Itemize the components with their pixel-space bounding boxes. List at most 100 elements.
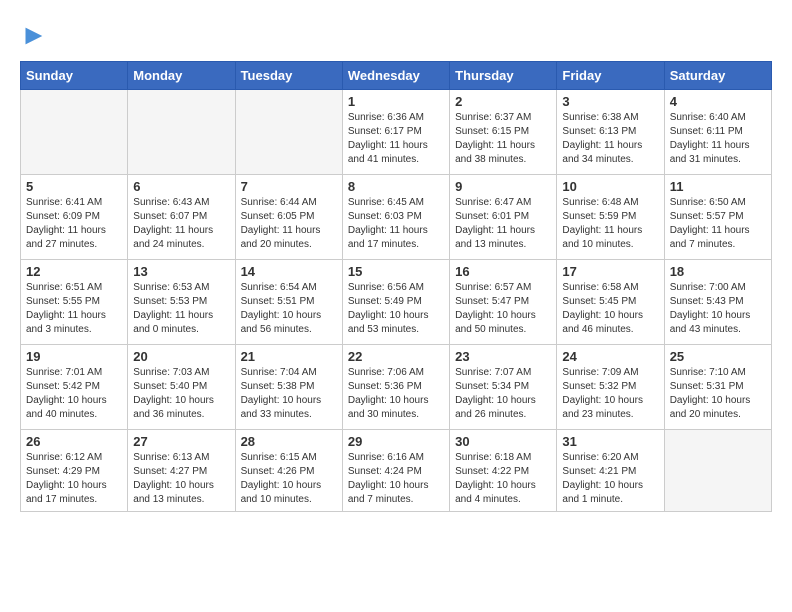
calendar-cell: 3 Sunrise: 6:38 AMSunset: 6:13 PMDaylight…	[557, 89, 664, 174]
cell-info: Sunrise: 6:12 AMSunset: 4:29 PMDaylight:…	[26, 451, 122, 507]
calendar-cell: 24 Sunrise: 7:09 AMSunset: 5:32 PMDayligh…	[557, 344, 664, 429]
calendar-week-row: 26 Sunrise: 6:12 AMSunset: 4:29 PMDayligh…	[21, 429, 772, 511]
calendar-cell: 11 Sunrise: 6:50 AMSunset: 5:57 PMDayligh…	[664, 174, 771, 259]
calendar-cell	[21, 89, 128, 174]
day-number: 19	[26, 349, 122, 364]
calendar-cell: 8 Sunrise: 6:45 AMSunset: 6:03 PMDaylight…	[342, 174, 449, 259]
calendar-cell	[664, 429, 771, 511]
cell-info: Sunrise: 6:36 AMSunset: 6:17 PMDaylight:…	[348, 111, 444, 167]
calendar-cell: 23 Sunrise: 7:07 AMSunset: 5:34 PMDayligh…	[450, 344, 557, 429]
day-number: 2	[455, 94, 551, 109]
calendar-cell: 26 Sunrise: 6:12 AMSunset: 4:29 PMDayligh…	[21, 429, 128, 511]
day-number: 21	[241, 349, 337, 364]
cell-info: Sunrise: 6:41 AMSunset: 6:09 PMDaylight:…	[26, 196, 122, 252]
calendar-cell: 5 Sunrise: 6:41 AMSunset: 6:09 PMDaylight…	[21, 174, 128, 259]
day-number: 5	[26, 179, 122, 194]
calendar-cell: 31 Sunrise: 6:20 AMSunset: 4:21 PMDayligh…	[557, 429, 664, 511]
day-number: 31	[562, 434, 658, 449]
calendar-cell: 1 Sunrise: 6:36 AMSunset: 6:17 PMDaylight…	[342, 89, 449, 174]
calendar-cell: 22 Sunrise: 7:06 AMSunset: 5:36 PMDayligh…	[342, 344, 449, 429]
day-number: 6	[133, 179, 229, 194]
day-number: 22	[348, 349, 444, 364]
day-number: 3	[562, 94, 658, 109]
calendar-cell: 29Sunrise: 6:16 AMSunset: 4:24 PMDayligh…	[342, 429, 449, 511]
calendar-cell: 30 Sunrise: 6:18 AMSunset: 4:22 PMDayligh…	[450, 429, 557, 511]
day-number: 15	[348, 264, 444, 279]
cell-info: Sunrise: 6:53 AMSunset: 5:53 PMDaylight:…	[133, 281, 229, 337]
cell-info: Sunrise: 7:03 AMSunset: 5:40 PMDaylight:…	[133, 366, 229, 422]
cell-info: Sunrise: 6:38 AMSunset: 6:13 PMDaylight:…	[562, 111, 658, 167]
calendar-week-row: 5 Sunrise: 6:41 AMSunset: 6:09 PMDaylight…	[21, 174, 772, 259]
day-number: 14	[241, 264, 337, 279]
calendar-cell: 13Sunrise: 6:53 AMSunset: 5:53 PMDayligh…	[128, 259, 235, 344]
calendar-cell: 12Sunrise: 6:51 AMSunset: 5:55 PMDayligh…	[21, 259, 128, 344]
weekday-header: Monday	[128, 61, 235, 89]
calendar-cell: 21Sunrise: 7:04 AMSunset: 5:38 PMDayligh…	[235, 344, 342, 429]
cell-info: Sunrise: 6:16 AMSunset: 4:24 PMDaylight:…	[348, 451, 444, 507]
weekday-header: Wednesday	[342, 61, 449, 89]
cell-info: Sunrise: 6:20 AMSunset: 4:21 PMDaylight:…	[562, 451, 658, 507]
calendar-cell: 19 Sunrise: 7:01 AMSunset: 5:42 PMDayligh…	[21, 344, 128, 429]
calendar-week-row: 12Sunrise: 6:51 AMSunset: 5:55 PMDayligh…	[21, 259, 772, 344]
calendar-table: SundayMondayTuesdayWednesdayThursdayFrid…	[20, 61, 772, 512]
logo-text: ►	[20, 20, 48, 51]
cell-info: Sunrise: 6:15 AMSunset: 4:26 PMDaylight:…	[241, 451, 337, 507]
cell-info: Sunrise: 6:50 AMSunset: 5:57 PMDaylight:…	[670, 196, 766, 252]
cell-info: Sunrise: 6:48 AMSunset: 5:59 PMDaylight:…	[562, 196, 658, 252]
day-number: 4	[670, 94, 766, 109]
day-number: 7	[241, 179, 337, 194]
calendar-cell: 16Sunrise: 6:57 AMSunset: 5:47 PMDayligh…	[450, 259, 557, 344]
calendar-cell	[128, 89, 235, 174]
logo: ►	[20, 20, 48, 51]
calendar-cell: 17 Sunrise: 6:58 AMSunset: 5:45 PMDayligh…	[557, 259, 664, 344]
cell-info: Sunrise: 6:37 AMSunset: 6:15 PMDaylight:…	[455, 111, 551, 167]
day-number: 20	[133, 349, 229, 364]
weekday-header: Saturday	[664, 61, 771, 89]
cell-info: Sunrise: 6:45 AMSunset: 6:03 PMDaylight:…	[348, 196, 444, 252]
day-number: 16	[455, 264, 551, 279]
calendar-week-row: 19 Sunrise: 7:01 AMSunset: 5:42 PMDayligh…	[21, 344, 772, 429]
cell-info: Sunrise: 7:01 AMSunset: 5:42 PMDaylight:…	[26, 366, 122, 422]
calendar-cell: 18Sunrise: 7:00 AMSunset: 5:43 PMDayligh…	[664, 259, 771, 344]
calendar-cell: 15 Sunrise: 6:56 AMSunset: 5:49 PMDayligh…	[342, 259, 449, 344]
cell-info: Sunrise: 6:51 AMSunset: 5:55 PMDaylight:…	[26, 281, 122, 337]
page-header: ►	[20, 20, 772, 51]
calendar-cell: 27 Sunrise: 6:13 AMSunset: 4:27 PMDayligh…	[128, 429, 235, 511]
cell-info: Sunrise: 6:13 AMSunset: 4:27 PMDaylight:…	[133, 451, 229, 507]
cell-info: Sunrise: 7:07 AMSunset: 5:34 PMDaylight:…	[455, 366, 551, 422]
day-number: 10	[562, 179, 658, 194]
day-number: 23	[455, 349, 551, 364]
logo-icon: ►	[20, 19, 48, 50]
weekday-header: Tuesday	[235, 61, 342, 89]
calendar-cell: 4 Sunrise: 6:40 AMSunset: 6:11 PMDaylight…	[664, 89, 771, 174]
calendar-cell: 10 Sunrise: 6:48 AMSunset: 5:59 PMDayligh…	[557, 174, 664, 259]
weekday-header: Thursday	[450, 61, 557, 89]
cell-info: Sunrise: 6:47 AMSunset: 6:01 PMDaylight:…	[455, 196, 551, 252]
day-number: 30	[455, 434, 551, 449]
day-number: 11	[670, 179, 766, 194]
cell-info: Sunrise: 7:06 AMSunset: 5:36 PMDaylight:…	[348, 366, 444, 422]
weekday-header-row: SundayMondayTuesdayWednesdayThursdayFrid…	[21, 61, 772, 89]
cell-info: Sunrise: 7:09 AMSunset: 5:32 PMDaylight:…	[562, 366, 658, 422]
day-number: 27	[133, 434, 229, 449]
day-number: 1	[348, 94, 444, 109]
weekday-header: Friday	[557, 61, 664, 89]
cell-info: Sunrise: 6:56 AMSunset: 5:49 PMDaylight:…	[348, 281, 444, 337]
cell-info: Sunrise: 6:40 AMSunset: 6:11 PMDaylight:…	[670, 111, 766, 167]
day-number: 8	[348, 179, 444, 194]
cell-info: Sunrise: 6:18 AMSunset: 4:22 PMDaylight:…	[455, 451, 551, 507]
calendar-cell: 28 Sunrise: 6:15 AMSunset: 4:26 PMDayligh…	[235, 429, 342, 511]
calendar-cell	[235, 89, 342, 174]
cell-info: Sunrise: 6:58 AMSunset: 5:45 PMDaylight:…	[562, 281, 658, 337]
day-number: 18	[670, 264, 766, 279]
calendar-cell: 20 Sunrise: 7:03 AMSunset: 5:40 PMDayligh…	[128, 344, 235, 429]
day-number: 17	[562, 264, 658, 279]
day-number: 9	[455, 179, 551, 194]
day-number: 28	[241, 434, 337, 449]
cell-info: Sunrise: 6:43 AMSunset: 6:07 PMDaylight:…	[133, 196, 229, 252]
calendar-cell: 6 Sunrise: 6:43 AMSunset: 6:07 PMDaylight…	[128, 174, 235, 259]
day-number: 26	[26, 434, 122, 449]
day-number: 24	[562, 349, 658, 364]
calendar-cell: 7Sunrise: 6:44 AMSunset: 6:05 PMDaylight…	[235, 174, 342, 259]
cell-info: Sunrise: 7:10 AMSunset: 5:31 PMDaylight:…	[670, 366, 766, 422]
